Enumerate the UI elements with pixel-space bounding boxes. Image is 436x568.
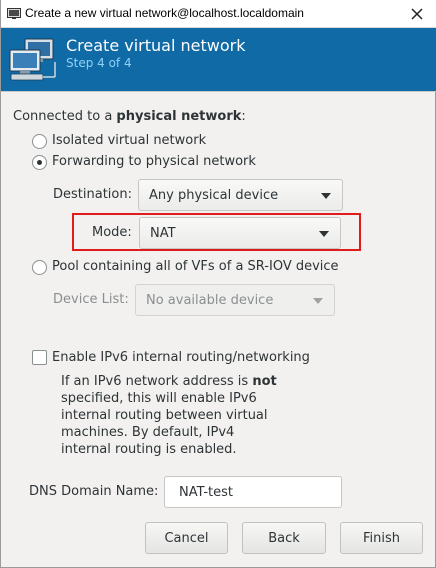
chevron-down-icon — [321, 193, 331, 199]
ipv6-checkbox[interactable] — [32, 350, 47, 365]
radio-sriov-label[interactable]: Pool containing all of VFs of a SR-IOV d… — [52, 259, 339, 274]
close-icon[interactable] — [405, 2, 429, 26]
connection-intro-prefix: Connected to a — [13, 109, 117, 124]
radio-sriov[interactable] — [32, 260, 47, 275]
header-title: Create virtual network — [66, 36, 246, 55]
ipv6-info-bold: not — [252, 374, 277, 389]
banner-divider — [1, 91, 436, 92]
chevron-down-icon — [313, 298, 323, 304]
destination-value: Any physical device — [149, 188, 279, 203]
cancel-button[interactable]: Cancel — [145, 522, 228, 554]
destination-label: Destination: — [53, 187, 132, 202]
destination-combo[interactable]: Any physical device — [138, 179, 343, 211]
device-list-label: Device List: — [53, 292, 129, 307]
ipv6-info-prefix: If an IPv6 network address is — [61, 374, 253, 389]
device-list-combo: No available device — [135, 284, 335, 316]
mode-label: Mode: — [92, 225, 132, 240]
ipv6-info: If an IPv6 network address is not specif… — [61, 373, 277, 458]
app-icon — [7, 8, 21, 19]
header-banner: Create virtual network Step 4 of 4 — [1, 28, 436, 91]
connection-intro-bold: physical network — [116, 109, 242, 124]
ipv6-info-line-2: specified, this will enable IPv6 — [61, 391, 257, 406]
network-computers-icon — [9, 38, 56, 81]
step-indicator: Step 4 of 4 — [66, 56, 132, 70]
back-button[interactable]: Back — [242, 522, 326, 554]
window-title: Create a new virtual network@localhost.l… — [25, 6, 304, 20]
dns-label: DNS Domain Name: — [29, 484, 159, 499]
radio-forwarding[interactable] — [32, 155, 47, 170]
ipv6-info-line-3: internal routing between virtual — [61, 408, 268, 423]
radio-forwarding-label[interactable]: Forwarding to physical network — [52, 154, 256, 169]
mode-value: NAT — [150, 226, 176, 241]
create-virtual-network-dialog: Create a new virtual network@localhost.l… — [0, 0, 436, 568]
connection-intro: Connected to a physical network: — [13, 109, 246, 124]
connection-intro-suffix: : — [241, 109, 246, 124]
finish-button[interactable]: Finish — [340, 522, 423, 554]
dns-domain-value: NAT-test — [179, 485, 234, 500]
ipv6-info-line-1: If an IPv6 network address is not — [61, 373, 277, 390]
chevron-down-icon — [319, 231, 329, 237]
title-bar: Create a new virtual network@localhost.l… — [1, 0, 436, 28]
ipv6-info-line-4: machines. By default, IPv4 — [61, 425, 235, 440]
radio-isolated-label[interactable]: Isolated virtual network — [52, 133, 206, 148]
mode-combo[interactable]: NAT — [139, 217, 341, 249]
ipv6-info-line-5: internal routing is enabled. — [61, 442, 237, 457]
dns-domain-input[interactable]: NAT-test — [164, 476, 342, 508]
radio-isolated[interactable] — [32, 134, 47, 149]
device-list-value: No available device — [146, 293, 274, 308]
ipv6-checkbox-label[interactable]: Enable IPv6 internal routing/networking — [52, 350, 310, 365]
